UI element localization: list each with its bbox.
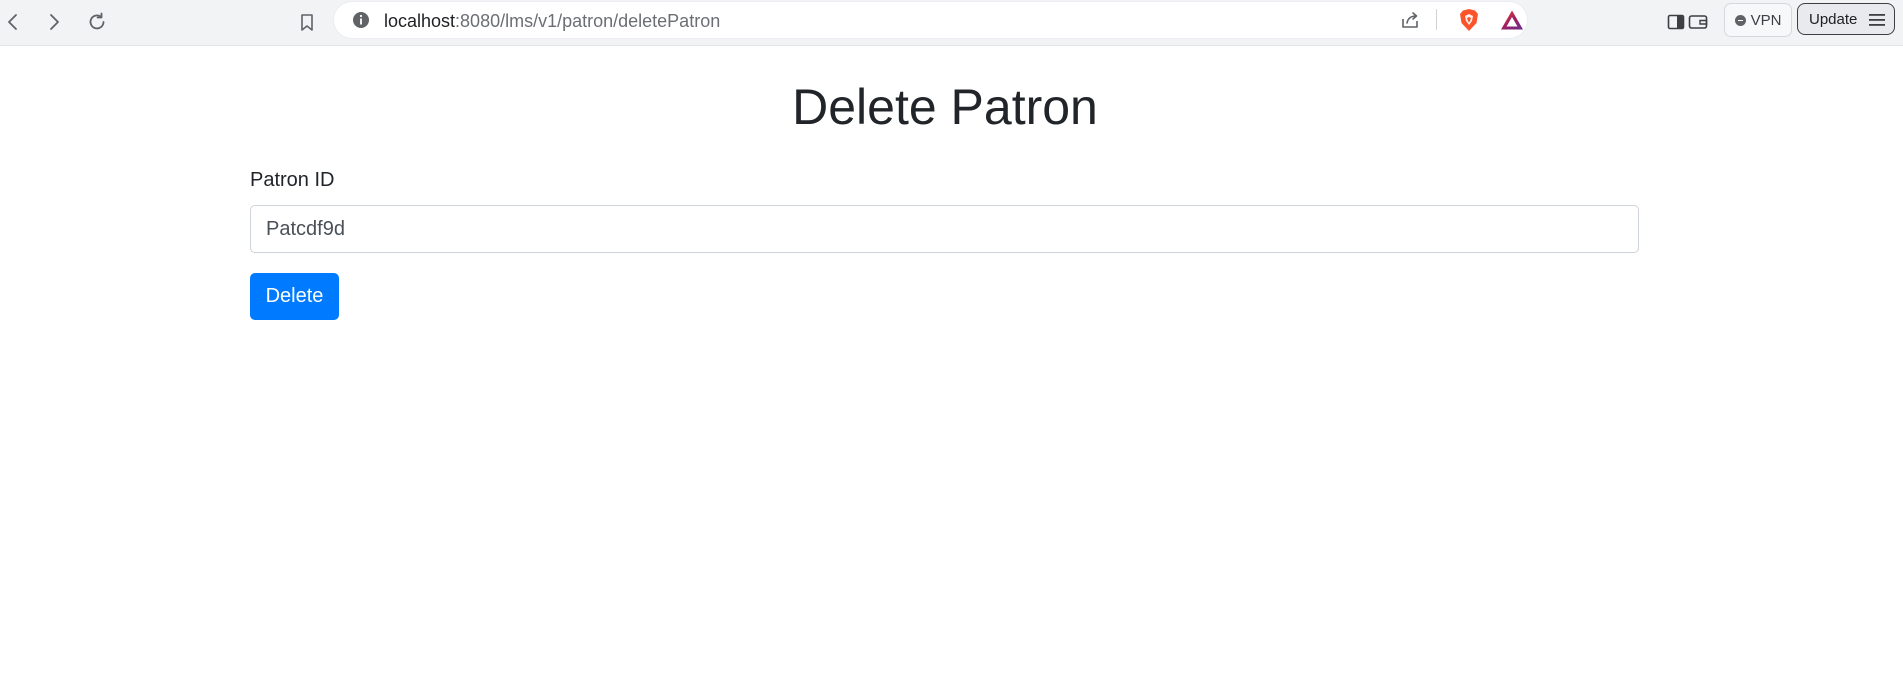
- patron-id-input[interactable]: [250, 205, 1639, 253]
- toolbar-separator: [1436, 9, 1437, 30]
- vpn-button[interactable]: VPN: [1724, 3, 1792, 37]
- update-button[interactable]: Update: [1797, 3, 1895, 35]
- update-label: Update: [1809, 10, 1858, 28]
- delete-button[interactable]: Delete: [250, 273, 339, 320]
- vpn-status-icon: [1734, 14, 1746, 26]
- forward-icon[interactable]: [38, 6, 70, 38]
- brave-shields-icon[interactable]: [1453, 4, 1485, 36]
- share-icon[interactable]: [1394, 4, 1426, 36]
- url-text[interactable]: localhost:8080/lms/v1/patron/deletePatro…: [384, 11, 720, 31]
- url-host: localhost: [384, 11, 456, 31]
- site-info-icon[interactable]: [345, 4, 377, 36]
- wallet-icon[interactable]: [1682, 6, 1714, 38]
- patron-id-label: Patron ID: [250, 169, 335, 191]
- browser-toolbar: localhost:8080/lms/v1/patron/deletePatro…: [0, 0, 1903, 46]
- back-icon[interactable]: [0, 6, 29, 38]
- bookmark-icon[interactable]: [291, 6, 323, 38]
- page-title: Delete Patron: [792, 79, 1098, 135]
- menu-icon: [1869, 13, 1885, 31]
- vpn-label: VPN: [1750, 11, 1782, 29]
- brave-rewards-icon[interactable]: [1496, 4, 1528, 36]
- url-path: :8080/lms/v1/patron/deletePatron: [455, 11, 721, 31]
- address-bar[interactable]: localhost:8080/lms/v1/patron/deletePatro…: [334, 2, 1527, 38]
- reload-icon[interactable]: [81, 6, 113, 38]
